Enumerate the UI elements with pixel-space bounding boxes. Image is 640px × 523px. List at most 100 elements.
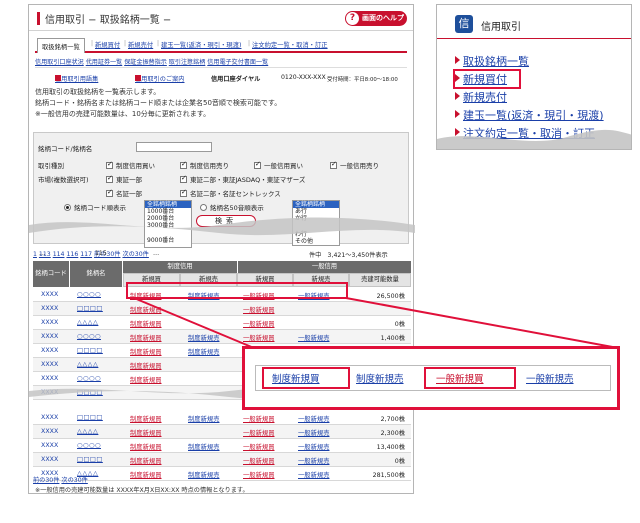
sell-quantity: 13,400株 [376, 444, 405, 451]
ippan-sell-link[interactable]: 一般新規売 [298, 414, 329, 423]
glossary-link[interactable]: 信用取引用語集 [55, 76, 98, 83]
pagination-bottom: 前の30件 次の30件 [33, 475, 411, 485]
footnote: ※一般信用の売建可能数量は XXXX年X月X日XX:XX 時点の情報となります。 [35, 487, 249, 494]
seido-sell-link[interactable]: 制度新規売 [188, 442, 219, 451]
side-item-list[interactable]: 取扱銘柄一覧 [455, 53, 529, 69]
prev-page-link-bottom[interactable]: 前の30件 [33, 477, 59, 484]
stock-code[interactable]: XXXX [41, 305, 58, 312]
tab-positions[interactable]: 建玉一覧(返済・現引・現渡) [161, 40, 241, 49]
seido-buy-link[interactable]: 制度新規買 [130, 456, 161, 465]
stock-code[interactable]: XXXX [41, 442, 58, 449]
pagination-top: 1 … 113 114 115 116 117 … 件中 3,421〜3,450… [33, 250, 388, 259]
seido-buy-link[interactable]: 制度新規買 [130, 347, 161, 356]
callout-seido-buy-link[interactable]: 制度新規買 [272, 371, 320, 385]
market-nse1-checkbox[interactable]: 名証一部 [106, 188, 142, 198]
subnav-account-status[interactable]: 信用取引口座状況 [35, 59, 84, 66]
help-button[interactable]: ? 画面のヘルプ [345, 11, 407, 26]
stock-code[interactable]: XXXX [41, 361, 58, 368]
subnav-e-docs[interactable]: 信用電子交付書面一覧 [207, 59, 268, 66]
ippan-buy-link[interactable]: 一般新規買 [243, 456, 274, 465]
callout-link-row: 制度新規買 制度新規売 一般新規買 一般新規売 [255, 365, 611, 391]
seido-sell-link[interactable]: 制度新規売 [188, 347, 219, 356]
ippan-sell-link[interactable]: 一般新規売 [298, 333, 329, 342]
ippan-buy-link[interactable]: 一般新規買 [243, 305, 274, 314]
side-nav-title: 信用取引 [481, 22, 521, 33]
side-item-positions[interactable]: 建玉一覧(返済・現引・現渡) [455, 107, 604, 123]
ippan-sell-link[interactable]: 一般新規売 [298, 428, 329, 437]
result-summary: 件中 3,421〜3,450件表示 [309, 252, 388, 259]
stock-name-link[interactable]: ○○○○ [77, 291, 101, 298]
seido-buy-link[interactable]: 制度新規買 [130, 319, 161, 328]
question-icon: ? [346, 12, 359, 25]
zoom-callout: 制度新規買 制度新規売 一般新規買 一般新規売 [242, 346, 620, 410]
next-page-link-bottom[interactable]: 次の30件 [61, 477, 87, 484]
seido-sell-link[interactable]: 制度新規売 [188, 414, 219, 423]
seido-buy-link[interactable]: 制度新規買 [130, 361, 161, 370]
code-input[interactable] [136, 142, 212, 152]
seido-buy-link[interactable]: 制度新規買 [130, 442, 161, 451]
stock-code[interactable]: XXXX [41, 414, 58, 421]
seido-buy-link[interactable]: 制度新規買 [130, 414, 161, 423]
col-head-code: 銘柄コード [33, 261, 69, 287]
callout-ippan-sell-link[interactable]: 一般新規売 [526, 371, 574, 385]
stock-name-link[interactable]: □□□□ [77, 456, 103, 463]
ippan-sell-link[interactable]: 一般新規売 [298, 442, 329, 451]
stock-name-link[interactable]: ○○○○ [77, 333, 101, 340]
stock-code[interactable]: XXXX [41, 428, 58, 435]
arrow-right-icon [455, 56, 460, 64]
stock-name-link[interactable]: □□□□ [77, 305, 103, 312]
callout-seido-sell-link[interactable]: 制度新規売 [356, 371, 404, 385]
type-ippan-sell-checkbox[interactable]: 一般信用売り [330, 160, 379, 170]
stock-code[interactable]: XXXX [41, 456, 58, 463]
table-row: XXXX □□□□ 制度新規買 制度新規売 一般新規買 一般新規売 2,700株 [33, 411, 411, 425]
stock-name-link[interactable]: □□□□ [77, 347, 103, 354]
seido-buy-link[interactable]: 制度新規買 [130, 428, 161, 437]
stock-code[interactable]: XXXX [41, 319, 58, 326]
side-nav-panel: 信 信用取引 取扱銘柄一覧 新規買付 新規売付 建玉一覧(返済・現引・現渡) 注… [436, 4, 632, 150]
ippan-buy-link[interactable]: 一般新規買 [243, 442, 274, 451]
ippan-buy-link[interactable]: 一般新規買 [243, 414, 274, 423]
ippan-buy-link[interactable]: 一般新規買 [243, 333, 274, 342]
subnav-collateral[interactable]: 代用証券一覧 [86, 59, 123, 66]
stock-code[interactable]: XXXX [41, 333, 58, 340]
type-seido-sell-checkbox[interactable]: 制度信用売り [180, 160, 229, 170]
stock-name-link[interactable]: ○○○○ [77, 442, 101, 449]
stock-code[interactable]: XXXX [41, 347, 58, 354]
next-page-link[interactable]: 次の30件 [122, 251, 148, 258]
tab-list[interactable]: 取扱銘柄一覧 [37, 38, 85, 53]
side-item-new-sell[interactable]: 新規売付 [455, 89, 507, 105]
sort-code-radio[interactable]: 銘柄コード順表示 [64, 202, 126, 212]
stock-name-link[interactable]: △△△△ [77, 428, 98, 435]
seido-buy-link[interactable]: 制度新規買 [130, 305, 161, 314]
sell-quantity: 2,700株 [380, 416, 405, 423]
market-tse1-checkbox[interactable]: 東証一部 [106, 174, 142, 184]
stock-name-link[interactable]: □□□□ [77, 414, 103, 421]
stock-code[interactable]: XXXX [41, 375, 58, 382]
glossary-icon [55, 75, 61, 81]
table-row: XXXX ○○○○ 制度新規買 制度新規売 一般新規買 一般新規売 1,400株 [33, 330, 411, 344]
intro-line: 信用取引の取扱銘柄を一覧表示します。 [35, 88, 161, 96]
tab-new-buy[interactable]: 新規買付 [95, 40, 120, 49]
sort-kana-radio[interactable]: 銘柄名50音順表示 [200, 202, 264, 212]
ippan-sell-link[interactable]: 一般新規売 [298, 456, 329, 465]
ippan-buy-link[interactable]: 一般新規買 [243, 319, 274, 328]
market-nse2-checkbox[interactable]: 名証二部・名証セントレックス [180, 188, 281, 198]
type-label: 取引種別 [38, 162, 64, 170]
seido-sell-link[interactable]: 制度新規売 [188, 333, 219, 342]
subnav-margin-transfer[interactable]: 保証金振替指示 [124, 59, 167, 66]
guide-link[interactable]: 信用取引のご案内 [135, 76, 185, 83]
stock-code[interactable]: XXXX [41, 291, 58, 298]
tel-number: 0120-XXX-XXX [281, 74, 326, 81]
ippan-buy-link[interactable]: 一般新規買 [243, 428, 274, 437]
stock-name-link[interactable]: △△△△ [77, 319, 98, 326]
tab-new-sell[interactable]: 新規売付 [128, 40, 153, 49]
stock-name-link[interactable]: △△△△ [77, 361, 98, 368]
market-tse2-checkbox[interactable]: 東証二部・東証JASDAQ・東証マザーズ [180, 174, 305, 184]
seido-buy-link[interactable]: 制度新規買 [130, 333, 161, 342]
type-ippan-buy-checkbox[interactable]: 一般信用買い [254, 160, 303, 170]
stock-name-link[interactable]: ○○○○ [77, 375, 101, 382]
callout-ippan-buy-link[interactable]: 一般新規買 [436, 371, 484, 385]
tab-orders[interactable]: 注文約定一覧・取消・訂正 [252, 40, 328, 49]
type-seido-buy-checkbox[interactable]: 制度信用買い [106, 160, 155, 170]
sell-quantity: 0株 [394, 321, 405, 328]
